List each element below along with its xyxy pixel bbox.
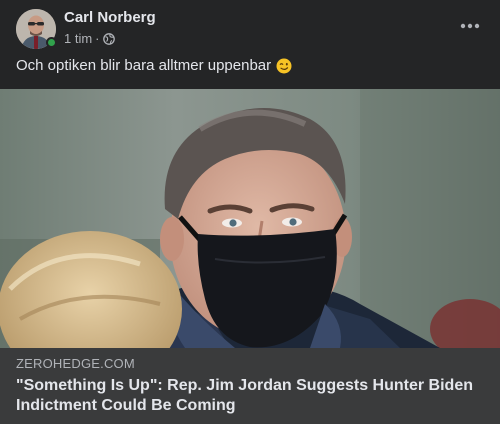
meta-separator: · <box>95 31 100 46</box>
globe-icon[interactable] <box>102 32 115 45</box>
more-dots-icon <box>460 23 480 29</box>
post-message: Och optiken blir bara alltmer uppenbar <box>16 57 292 74</box>
link-preview-image[interactable] <box>0 89 500 348</box>
post-meta: 1 tim · <box>64 31 115 46</box>
post-message-text: Och optiken blir bara alltmer uppenbar <box>16 57 272 74</box>
feed-post: Carl Norberg 1 tim · Och optiken blir ba… <box>0 0 500 424</box>
link-domain: ZEROHEDGE.COM <box>16 356 135 371</box>
author-name[interactable]: Carl Norberg <box>64 9 156 26</box>
post-header: Carl Norberg 1 tim · <box>0 0 500 52</box>
post-time[interactable]: 1 tim <box>64 31 92 46</box>
link-preview[interactable]: ZEROHEDGE.COM "Something Is Up": Rep. Ji… <box>0 348 500 424</box>
winking-face-icon <box>276 58 292 74</box>
more-options-button[interactable] <box>458 14 482 38</box>
online-status-dot <box>46 37 57 48</box>
author-avatar[interactable] <box>16 9 57 49</box>
link-title[interactable]: "Something Is Up": Rep. Jim Jordan Sugge… <box>16 376 476 416</box>
